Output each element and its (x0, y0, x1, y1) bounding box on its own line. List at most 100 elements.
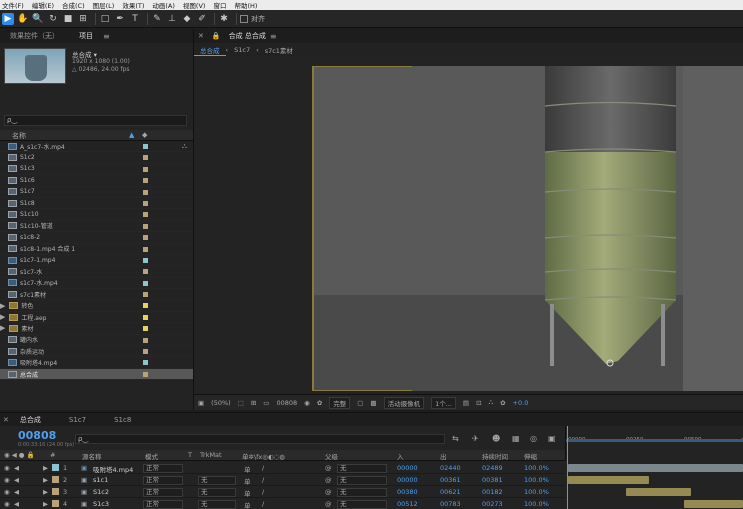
timeline-tab[interactable]: 总合成 (12, 415, 49, 425)
parent-dropdown[interactable]: 无 (337, 500, 387, 509)
layer-row[interactable]: ◉ ◀ ▶ 4 ▣ S1c3 正常无单 / @ 无 00512 00783 00273 100.0% (0, 498, 565, 509)
blend-mode-dropdown[interactable]: 正常 (143, 476, 183, 485)
out-header[interactable]: 出 (440, 451, 447, 461)
label-color-swatch[interactable] (143, 166, 148, 172)
frame-blending-icon[interactable]: ▦ (512, 434, 520, 443)
magnification-dropdown[interactable]: (50%) (211, 399, 231, 407)
mode-header[interactable]: 模式 (145, 451, 158, 461)
current-time[interactable]: 00808 (276, 399, 297, 407)
visibility-eye-icon[interactable]: ◉ (4, 488, 10, 496)
roto-brush-tool-icon[interactable]: ✐ (196, 13, 208, 25)
layer-duration-value[interactable]: 00381 (482, 476, 503, 484)
puppet-tool-icon[interactable]: ✱ (218, 13, 230, 25)
lock-icon[interactable]: 🔒 (208, 32, 225, 40)
quality-switch-icon[interactable]: / (262, 476, 264, 484)
layer-duration-value[interactable]: 00182 (482, 488, 503, 496)
label-color-swatch[interactable] (143, 280, 148, 286)
project-item[interactable]: ▶ 转色 (0, 300, 193, 312)
trkmat-header[interactable]: TrkMat (200, 451, 222, 459)
menu-item[interactable]: 图层(L) (93, 0, 115, 10)
expand-arrow-icon[interactable]: ▶ (0, 324, 5, 332)
eraser-tool-icon[interactable]: ◆ (181, 13, 193, 25)
project-item[interactable]: S1c6 (0, 175, 193, 187)
layer-in-value[interactable]: 00380 (397, 488, 418, 496)
label-color-swatch[interactable] (52, 500, 59, 507)
layer-duration-bar[interactable] (625, 488, 691, 496)
name-column-header[interactable]: 名称 (12, 131, 26, 141)
project-item[interactable]: S1c2 (0, 152, 193, 164)
stretch-header[interactable]: 伸缩 (524, 451, 537, 461)
breadcrumb-item[interactable]: s7c1素材 (259, 45, 299, 55)
layer-stretch-value[interactable]: 100.0% (524, 500, 549, 508)
timeline-tab[interactable]: S1c7 (49, 416, 106, 424)
trkmat-dropdown[interactable]: 无 (198, 476, 236, 485)
layer-duration-bar[interactable] (683, 500, 743, 508)
parent-dropdown[interactable]: 无 (337, 464, 387, 473)
label-color-swatch[interactable] (143, 371, 148, 377)
breadcrumb-item[interactable]: S1c7 (228, 46, 256, 54)
graph-editor-icon[interactable]: ▣ (548, 434, 556, 443)
project-search-input[interactable]: ρ‿ (4, 115, 187, 126)
project-item[interactable]: 吸附塔4.mp4 (0, 357, 193, 369)
label-color-swatch[interactable] (143, 269, 148, 275)
layer-name[interactable]: s1c1 (93, 476, 108, 484)
pen-tool-icon[interactable]: ✒ (114, 13, 126, 25)
zoom-tool-icon[interactable]: 🔍 (32, 13, 44, 25)
label-color-swatch[interactable] (143, 314, 148, 320)
layer-stretch-value[interactable]: 100.0% (524, 488, 549, 496)
layer-stretch-value[interactable]: 100.0% (524, 464, 549, 472)
label-color-swatch[interactable] (143, 326, 148, 332)
blend-mode-dropdown[interactable]: 正常 (143, 500, 183, 509)
snapshot-icon[interactable]: ◉ (304, 399, 310, 407)
comp-mini-flowchart-icon[interactable]: ⇆ (452, 434, 459, 443)
quality-switch-icon[interactable]: / (262, 500, 264, 508)
shy-icon[interactable]: ☻ (492, 434, 500, 443)
menu-item[interactable]: 文件(F) (2, 0, 24, 10)
project-item[interactable]: S1c10 (0, 209, 193, 221)
project-item[interactable]: ▶ 素材 (0, 323, 193, 335)
breadcrumb-item[interactable]: 总合成 (194, 45, 226, 56)
time-ruler[interactable]: 00000002500050000750 (565, 426, 743, 461)
visibility-eye-icon[interactable]: ◉ (4, 500, 10, 508)
flowchart-icon[interactable]: ⛬ (182, 142, 187, 151)
label-color-swatch[interactable] (143, 155, 148, 161)
layer-in-value[interactable]: 00512 (397, 500, 418, 508)
selection-tool-icon[interactable]: ▶ (2, 12, 14, 25)
sort-arrow-icon[interactable]: ▲ (129, 131, 134, 139)
visibility-eye-icon[interactable]: ◉ (4, 476, 10, 484)
layer-out-value[interactable]: 00361 (440, 476, 461, 484)
reset-exposure-icon[interactable]: ✿ (500, 399, 505, 407)
layer-duration-bar[interactable] (568, 476, 649, 484)
label-color-swatch[interactable] (143, 223, 148, 229)
duration-header[interactable]: 持续时间 (482, 451, 508, 461)
camera-tool-icon[interactable]: ■ (62, 13, 74, 25)
shy-switch-icon[interactable]: 单 (244, 476, 251, 486)
parent-pickwhip-icon[interactable]: @ (325, 488, 332, 496)
menu-item[interactable]: 动画(A) (152, 0, 175, 10)
exposure-value[interactable]: +0.0 (513, 399, 529, 407)
label-color-swatch[interactable] (52, 464, 59, 471)
brush-tool-icon[interactable]: ✎ (151, 13, 163, 25)
viewer-menu-icon[interactable]: ≡ (270, 32, 277, 41)
layer-row[interactable]: ◉ ◀ ▶ 3 ▣ S1c2 正常无单 / @ 无 00380 00621 00182 100.0% (0, 486, 565, 498)
panel-menu-icon[interactable]: ≡ (103, 32, 110, 41)
layer-duration-value[interactable]: 02489 (482, 464, 503, 472)
clone-stamp-tool-icon[interactable]: ⊥ (166, 13, 178, 25)
fit-icon[interactable]: ⬚ (238, 399, 244, 407)
menu-item[interactable]: 窗口 (213, 0, 226, 10)
label-color-swatch[interactable] (52, 476, 59, 483)
label-color-swatch[interactable] (143, 257, 148, 263)
label-color-swatch[interactable] (143, 303, 148, 309)
parent-dropdown[interactable]: 无 (337, 476, 387, 485)
toggle-pixel-icon[interactable]: ▤ (463, 399, 469, 407)
parent-pickwhip-icon[interactable]: @ (325, 500, 332, 508)
shy-switch-icon[interactable]: 单 (244, 488, 251, 498)
menu-item[interactable]: 合成(C) (62, 0, 85, 10)
layer-name[interactable]: S1c3 (93, 500, 109, 508)
menu-item[interactable]: 视图(V) (183, 0, 206, 10)
timeline-search-input[interactable]: ρ‿ (75, 434, 445, 444)
always-preview-icon[interactable]: ▣ (198, 399, 204, 407)
in-header[interactable]: 入 (397, 451, 404, 461)
snap-checkbox[interactable] (240, 14, 248, 23)
quality-switch-icon[interactable]: / (262, 464, 264, 472)
